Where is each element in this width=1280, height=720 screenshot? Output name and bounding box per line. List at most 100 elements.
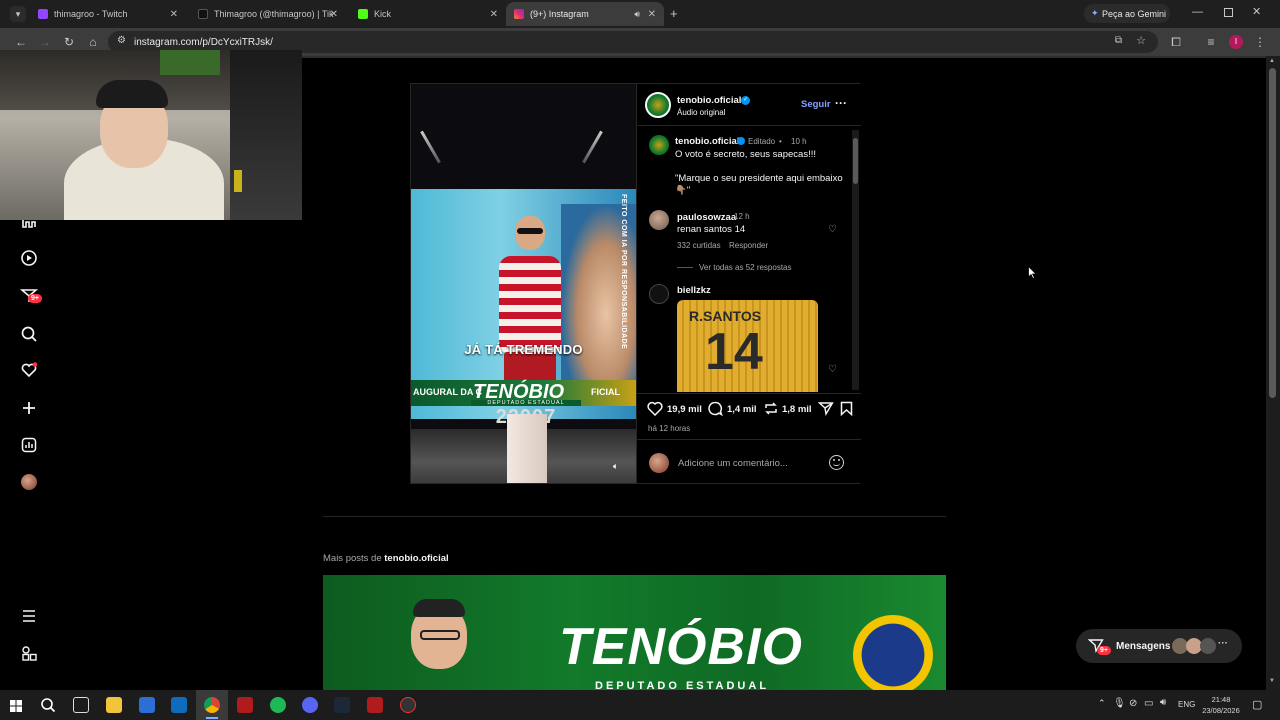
comments-scrollbar[interactable] xyxy=(852,130,859,390)
reply-button[interactable]: Responder xyxy=(729,241,768,250)
site-settings-icon[interactable]: ⚙︎ xyxy=(117,35,126,46)
dashboard-icon[interactable] xyxy=(18,434,40,456)
caption-avatar[interactable] xyxy=(649,135,669,155)
close-window-button[interactable]: ✕ xyxy=(1252,5,1261,18)
profile-avatar-nav[interactable] xyxy=(18,471,40,493)
windows-taskbar: ⌃ 🎙︎ ⊘ ▭ 🔊︎ ENG 21:48 23/08/2026 ▢ xyxy=(0,690,1280,720)
home-icon[interactable]: ⌂ xyxy=(85,34,101,50)
comment-like-heart-icon[interactable]: ♡ xyxy=(828,224,837,235)
mail-icon[interactable] xyxy=(171,697,187,713)
comment-like-heart-icon[interactable]: ♡ xyxy=(828,364,837,375)
comments-scroll-thumb[interactable] xyxy=(853,138,858,184)
likes-count[interactable]: 19,9 mil xyxy=(667,404,702,415)
scroll-down-arrow-icon[interactable]: ▼ xyxy=(1269,678,1275,684)
close-icon[interactable]: ✕ xyxy=(648,9,656,20)
tab-instagram[interactable]: (9+) Instagram 🔊︎ ✕ xyxy=(506,2,664,26)
audio-label[interactable]: Áudio original xyxy=(677,108,725,117)
language-indicator[interactable]: ENG xyxy=(1178,700,1195,709)
windows-start-icon[interactable] xyxy=(10,699,22,717)
repost-icon[interactable] xyxy=(763,401,779,421)
obs-icon[interactable] xyxy=(400,697,416,713)
tab-kick[interactable]: Kick ✕ xyxy=(350,2,506,26)
follow-button[interactable]: Seguir xyxy=(801,99,831,110)
comments-count[interactable]: 1,4 mil xyxy=(727,404,757,415)
reposts-count[interactable]: 1,8 mil xyxy=(782,404,812,415)
menu-kebab-icon[interactable]: ⋮ xyxy=(1252,34,1268,50)
hamburger-menu-icon[interactable] xyxy=(18,605,40,627)
microphone-icon[interactable]: 🎙︎ xyxy=(1113,698,1126,709)
notification-center-icon[interactable]: ▢ xyxy=(1252,698,1262,711)
reload-icon[interactable]: ↻ xyxy=(61,34,77,50)
view-replies-button[interactable]: Ver todas as 52 respostas xyxy=(699,263,792,272)
scroll-up-arrow-icon[interactable]: ▲ xyxy=(1269,58,1275,64)
taskbar-search-icon[interactable] xyxy=(40,697,56,718)
file-explorer-icon[interactable] xyxy=(106,697,122,713)
thumb-brand: TENÓBIO xyxy=(559,618,803,676)
comment-likes[interactable]: 332 curtidas xyxy=(677,241,721,250)
comment-icon[interactable] xyxy=(707,401,723,421)
reel-video[interactable]: FEITO COM IA POR RESPONSABILIDADE JÁ TÁ … xyxy=(411,84,636,483)
forward-icon[interactable]: → xyxy=(37,34,53,50)
profile-avatar[interactable]: I xyxy=(1229,35,1243,49)
comment-avatar[interactable] xyxy=(649,284,669,304)
comment-username[interactable]: biellzkz xyxy=(677,285,711,296)
create-plus-icon[interactable] xyxy=(18,397,40,419)
minimize-button[interactable]: — xyxy=(1192,6,1203,18)
back-icon[interactable]: ← xyxy=(13,34,29,50)
more-options-icon[interactable]: ··· xyxy=(835,96,847,110)
author-username[interactable]: tenobio.oficial xyxy=(677,95,741,106)
tab-search-chevron-icon[interactable]: ▾ xyxy=(10,6,26,22)
close-icon[interactable]: ✕ xyxy=(170,9,178,20)
comment-image-jersey[interactable]: R.SANTOS 14 xyxy=(677,300,818,392)
close-icon[interactable]: ✕ xyxy=(330,9,338,20)
tab-tiktok[interactable]: Thimagroo (@thimagroo) | Tik ✕ xyxy=(190,2,346,26)
page-scrollbar[interactable]: ▲ ▼ xyxy=(1266,56,1280,690)
mute-speaker-icon[interactable]: 🔈︎ xyxy=(613,461,618,472)
steam-icon[interactable] xyxy=(334,697,350,713)
reels-icon[interactable] xyxy=(18,247,40,269)
more-posts-username[interactable]: tenobio.oficial xyxy=(384,553,448,564)
search-icon[interactable] xyxy=(18,323,40,345)
install-app-icon[interactable]: ⧉ xyxy=(1115,35,1122,46)
messages-nav-icon[interactable]: 9+ xyxy=(18,285,42,307)
discord-icon[interactable] xyxy=(302,697,318,713)
clock-date: 23/08/2026 xyxy=(1202,706,1240,715)
speaker-icon[interactable]: 🔊︎ xyxy=(634,9,640,20)
tab-twitch[interactable]: thimagroo - Twitch ✕ xyxy=(30,2,186,26)
tray-overflow-icon[interactable]: ⌃ xyxy=(1098,698,1106,709)
more-posts-thumbnail[interactable]: TENÓBIO DEPUTADO ESTADUAL xyxy=(323,575,946,690)
heart-icon[interactable] xyxy=(18,359,40,381)
voicemeeter-icon[interactable] xyxy=(237,697,253,713)
replies-line xyxy=(677,267,693,268)
notifications-off-icon[interactable]: ⊘ xyxy=(1129,698,1137,709)
bookmark-star-icon[interactable]: ☆ xyxy=(1136,34,1146,47)
save-bookmark-icon[interactable] xyxy=(840,401,853,421)
share-icon[interactable] xyxy=(817,401,834,421)
twitch-icon xyxy=(38,9,48,19)
messages-button[interactable]: 9+ Mensagens ··· xyxy=(1076,629,1242,663)
comment-avatar[interactable] xyxy=(649,210,669,230)
store-icon[interactable] xyxy=(139,697,155,713)
caption-username[interactable]: tenobio.oficial xyxy=(675,136,739,147)
media-controls-icon[interactable]: ≡ xyxy=(1203,34,1219,50)
network-icon[interactable]: ▭ xyxy=(1144,698,1153,709)
new-tab-button[interactable]: + xyxy=(670,6,678,21)
voicemeeter-icon-2[interactable] xyxy=(367,697,383,713)
gemini-button[interactable]: ✦ Peça ao Gemini xyxy=(1084,4,1170,23)
volume-icon[interactable]: 🔊︎ xyxy=(1160,697,1166,708)
comment-input[interactable]: Adicione um comentário... xyxy=(678,458,788,469)
task-view-icon[interactable] xyxy=(73,697,89,713)
emoji-icon[interactable] xyxy=(829,455,844,470)
clock[interactable]: 21:48 23/08/2026 xyxy=(1202,694,1240,716)
also-from-meta-icon[interactable] xyxy=(18,642,40,664)
spotify-icon[interactable] xyxy=(270,697,286,713)
close-icon[interactable]: ✕ xyxy=(490,9,498,20)
comment-username[interactable]: paulosowzaa xyxy=(677,212,736,223)
extensions-icon[interactable]: ⧠ xyxy=(1168,34,1184,50)
author-avatar[interactable] xyxy=(645,92,671,118)
tab-label: (9+) Instagram xyxy=(530,9,589,19)
maximize-button[interactable] xyxy=(1224,8,1233,17)
like-icon[interactable] xyxy=(647,401,663,421)
page-scroll-thumb[interactable] xyxy=(1269,68,1276,398)
chrome-taskbar-active[interactable] xyxy=(196,690,228,720)
